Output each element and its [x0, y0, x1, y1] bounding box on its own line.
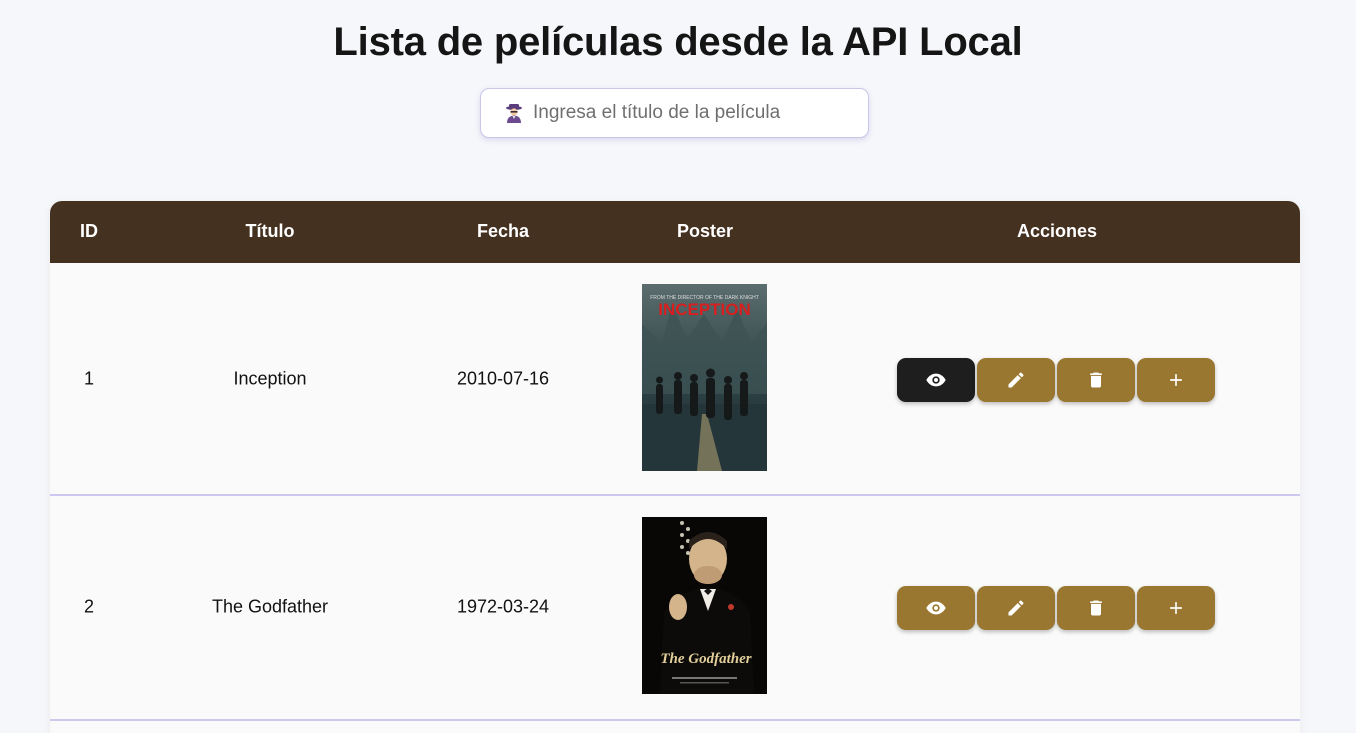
poster-image: FROM THE DIRECTOR OF THE DARK KNIGHT INC… — [642, 284, 767, 471]
movies-table: ID Título Fecha Poster Acciones 1 Incept… — [50, 201, 1300, 733]
poster-image: The Godfather — [642, 517, 767, 694]
edit-button[interactable] — [977, 586, 1055, 630]
table-row: 1 Inception 2010-07-16 FROM THE DIRECTOR… — [50, 263, 1300, 496]
column-header-poster: Poster — [676, 221, 734, 241]
eye-icon — [926, 373, 946, 387]
edit-button[interactable] — [977, 358, 1055, 402]
view-button[interactable] — [897, 358, 975, 402]
row-actions — [897, 586, 1215, 630]
view-button[interactable] — [897, 586, 975, 630]
column-header-date: Fecha — [476, 221, 530, 241]
page-title: Lista de películas desde la API Local — [333, 20, 1023, 64]
trash-icon — [1090, 600, 1102, 616]
table-row: 2 The Godfather 1972-03-24 The Godfather — [50, 498, 1300, 721]
detective-icon — [503, 102, 525, 124]
column-header-title: Título — [245, 221, 295, 241]
cell-title: Inception — [233, 368, 307, 389]
delete-button[interactable] — [1057, 586, 1135, 630]
plus-icon — [1170, 374, 1182, 386]
row-actions — [897, 358, 1215, 402]
table-header: ID Título Fecha Poster Acciones — [50, 201, 1300, 263]
poster-wordmark: INCEPTION — [658, 300, 751, 319]
column-header-id: ID — [80, 221, 98, 241]
cell-id: 1 — [83, 368, 95, 389]
poster-wordmark: The Godfather — [660, 651, 751, 667]
plus-icon — [1170, 602, 1182, 614]
column-header-actions: Acciones — [1016, 221, 1098, 241]
search-input[interactable] — [533, 102, 853, 124]
cell-title: The Godfather — [211, 596, 329, 617]
delete-button[interactable] — [1057, 358, 1135, 402]
pencil-icon — [1008, 372, 1024, 388]
cell-id: 2 — [83, 596, 95, 617]
cell-date: 2010-07-16 — [456, 368, 550, 389]
add-button[interactable] — [1137, 358, 1215, 402]
trash-icon — [1090, 372, 1102, 388]
search-box[interactable] — [480, 88, 869, 138]
cell-date: 1972-03-24 — [456, 596, 550, 617]
pencil-icon — [1008, 600, 1024, 616]
eye-icon — [926, 601, 946, 615]
add-button[interactable] — [1137, 586, 1215, 630]
